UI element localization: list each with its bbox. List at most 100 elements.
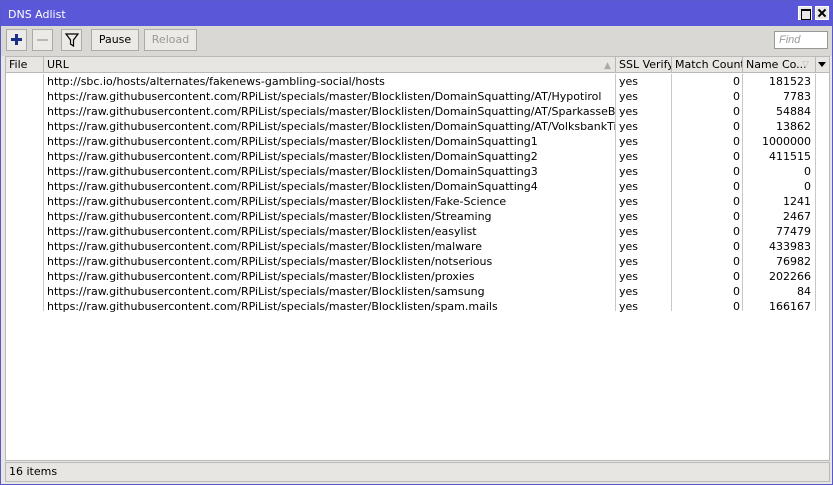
cell-url: https://raw.githubusercontent.com/RPiLis…: [47, 90, 602, 103]
cell-ssl-verify: yes: [619, 255, 639, 268]
cell-ssl-verify: yes: [619, 285, 639, 298]
cell-file: [6, 209, 44, 224]
cell-url: https://raw.githubusercontent.com/RPiLis…: [47, 285, 485, 298]
table-row[interactable]: https://raw.githubusercontent.com/RPiLis…: [6, 104, 829, 119]
table-row[interactable]: https://raw.githubusercontent.com/RPiLis…: [6, 299, 829, 314]
table-row[interactable]: https://raw.githubusercontent.com/RPiLis…: [6, 209, 829, 224]
cell-match-count: 0: [733, 240, 740, 253]
table-row[interactable]: https://raw.githubusercontent.com/RPiLis…: [6, 119, 829, 134]
cell-url: https://raw.githubusercontent.com/RPiLis…: [47, 270, 475, 283]
table-row[interactable]: https://raw.githubusercontent.com/RPiLis…: [6, 149, 829, 164]
column-divider: [43, 74, 44, 311]
cell-ssl-verify: yes: [619, 270, 639, 283]
cell-ssl-verify: yes: [619, 300, 639, 313]
pause-button[interactable]: Pause: [91, 29, 139, 51]
cell-url: https://raw.githubusercontent.com/RPiLis…: [47, 240, 483, 253]
table-row[interactable]: https://raw.githubusercontent.com/RPiLis…: [6, 224, 829, 239]
cell-match-count: 0: [733, 300, 740, 313]
chevron-down-icon: [818, 62, 826, 67]
cell-name-count: 84: [797, 285, 811, 298]
column-header-name-count-label: Name Co...: [746, 58, 807, 71]
cell-file: [6, 119, 44, 134]
cell-ssl-verify: yes: [619, 105, 639, 118]
column-header-file[interactable]: File: [6, 57, 44, 73]
cell-file: [6, 299, 44, 314]
plus-icon[interactable]: [6, 29, 27, 51]
cell-match-count: 0: [733, 180, 740, 193]
adlist-table: File URL ▲ SSL Verify Match Count Name Co…: [5, 56, 830, 461]
minus-icon[interactable]: [32, 29, 53, 51]
cell-match-count: 0: [733, 90, 740, 103]
cell-ssl-verify: yes: [619, 210, 639, 223]
table-row[interactable]: https://raw.githubusercontent.com/RPiLis…: [6, 164, 829, 179]
cell-name-count: 13862: [776, 120, 811, 133]
cell-file: [6, 149, 44, 164]
cell-file: [6, 239, 44, 254]
table-row[interactable]: https://raw.githubusercontent.com/RPiLis…: [6, 194, 829, 209]
cell-url: https://raw.githubusercontent.com/RPiLis…: [47, 225, 477, 238]
cell-file: [6, 89, 44, 104]
cell-file: [6, 284, 44, 299]
cell-url: https://raw.githubusercontent.com/RPiLis…: [47, 105, 616, 118]
cell-name-count: 411515: [769, 150, 811, 163]
column-header-ssl-verify[interactable]: SSL Verify: [616, 57, 672, 73]
column-divider: [742, 74, 743, 311]
cell-file: [6, 254, 44, 269]
column-header-name-count[interactable]: Name Co... ▽: [743, 57, 816, 73]
cell-match-count: 0: [733, 135, 740, 148]
cell-file: [6, 269, 44, 284]
cell-file: [6, 179, 44, 194]
cell-name-count: 433983: [769, 240, 811, 253]
column-header-match-count[interactable]: Match Count: [672, 57, 743, 73]
cell-file: [6, 224, 44, 239]
cell-ssl-verify: yes: [619, 150, 639, 163]
table-row[interactable]: https://raw.githubusercontent.com/RPiLis…: [6, 284, 829, 299]
status-bar: 16 items: [5, 462, 830, 482]
title-bar[interactable]: DNS Adlist: [1, 1, 832, 26]
cell-name-count: 76982: [776, 255, 811, 268]
restore-window-icon[interactable]: [798, 6, 812, 20]
close-icon[interactable]: [815, 6, 829, 20]
column-chooser-button[interactable]: [816, 57, 829, 73]
cell-file: [6, 164, 44, 179]
cell-name-count: 202266: [769, 270, 811, 283]
column-header-url[interactable]: URL ▲: [44, 57, 616, 73]
table-row[interactable]: https://raw.githubusercontent.com/RPiLis…: [6, 254, 829, 269]
filter-icon[interactable]: [61, 29, 82, 51]
table-row[interactable]: https://raw.githubusercontent.com/RPiLis…: [6, 89, 829, 104]
dns-adlist-window: DNS Adlist Pause Reload File URL ▲ SSL Ve…: [0, 0, 833, 485]
cell-ssl-verify: yes: [619, 165, 639, 178]
table-row[interactable]: https://raw.githubusercontent.com/RPiLis…: [6, 134, 829, 149]
cell-name-count: 2467: [783, 210, 811, 223]
column-filter-icon: ▽: [802, 60, 809, 70]
cell-url: https://raw.githubusercontent.com/RPiLis…: [47, 135, 538, 148]
reload-button[interactable]: Reload: [144, 29, 197, 51]
cell-file: [6, 134, 44, 149]
cell-name-count: 54884: [776, 105, 811, 118]
item-count: 16 items: [9, 465, 58, 478]
cell-file: [6, 104, 44, 119]
column-divider: [671, 74, 672, 311]
toolbar: Pause Reload: [1, 26, 832, 56]
find-input[interactable]: [774, 31, 828, 49]
table-row[interactable]: http://sbc.io/hosts/alternates/fakenews-…: [6, 74, 829, 89]
cell-ssl-verify: yes: [619, 180, 639, 193]
cell-ssl-verify: yes: [619, 225, 639, 238]
cell-url: https://raw.githubusercontent.com/RPiLis…: [47, 255, 493, 268]
column-divider: [815, 74, 816, 311]
cell-url: https://raw.githubusercontent.com/RPiLis…: [47, 180, 538, 193]
cell-name-count: 1241: [783, 195, 811, 208]
cell-match-count: 0: [733, 75, 740, 88]
cell-ssl-verify: yes: [619, 135, 639, 148]
window-title: DNS Adlist: [8, 8, 66, 21]
table-row[interactable]: https://raw.githubusercontent.com/RPiLis…: [6, 179, 829, 194]
cell-name-count: 181523: [769, 75, 811, 88]
table-header: File URL ▲ SSL Verify Match Count Name Co…: [6, 57, 829, 73]
cell-match-count: 0: [733, 270, 740, 283]
cell-ssl-verify: yes: [619, 195, 639, 208]
table-row[interactable]: https://raw.githubusercontent.com/RPiLis…: [6, 239, 829, 254]
cell-ssl-verify: yes: [619, 90, 639, 103]
cell-url: https://raw.githubusercontent.com/RPiLis…: [47, 150, 538, 163]
table-row[interactable]: https://raw.githubusercontent.com/RPiLis…: [6, 269, 829, 284]
cell-match-count: 0: [733, 105, 740, 118]
